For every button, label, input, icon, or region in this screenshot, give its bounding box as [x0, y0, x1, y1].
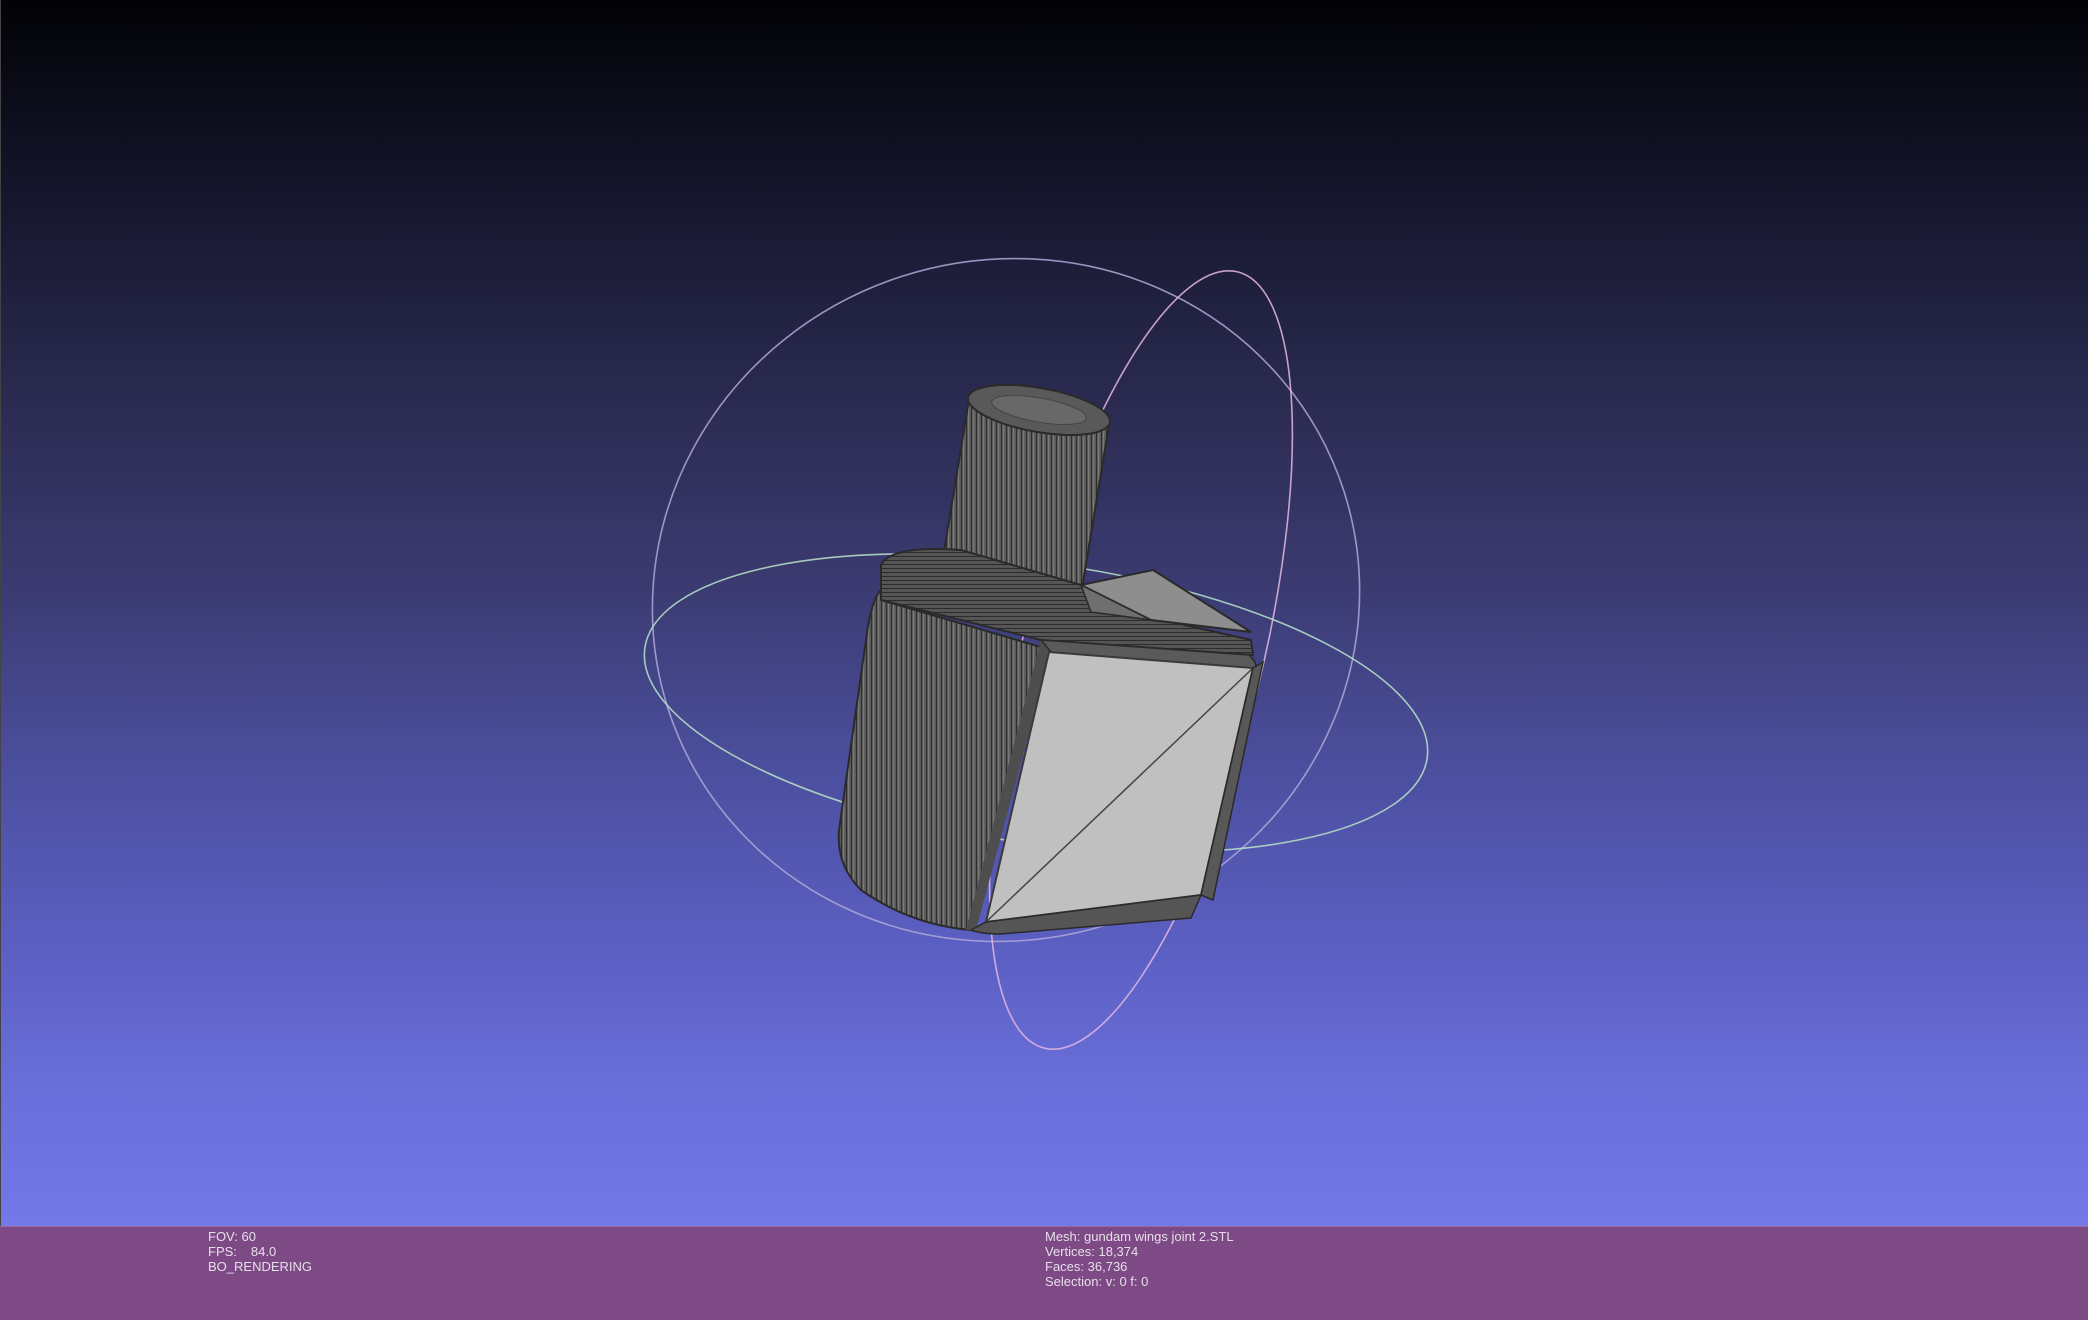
info-right-block: Mesh: gundam wings joint 2.STL Vertices:… — [1045, 1229, 1234, 1289]
faces-readout: Faces: 36,736 — [1045, 1259, 1234, 1274]
selection-readout: Selection: v: 0 f: 0 — [1045, 1274, 1234, 1289]
selection-value: v: 0 f: 0 — [1105, 1274, 1149, 1289]
faces-value: 36,736 — [1087, 1259, 1128, 1274]
fps-label: FPS: — [208, 1244, 237, 1259]
info-left-block: FOV: 60 FPS: 84.0 BO_RENDERING — [208, 1229, 312, 1274]
3d-scene[interactable] — [1, 0, 2088, 1226]
info-panel — [0, 1226, 2088, 1320]
fov-value: 60 — [241, 1229, 256, 1244]
fov-label: FOV: — [208, 1229, 238, 1244]
fps-value: 84.0 — [250, 1244, 277, 1259]
3d-viewport[interactable] — [0, 0, 2088, 1226]
vertices-value: 18,374 — [1098, 1244, 1139, 1259]
vertices-label: Vertices: — [1045, 1244, 1095, 1259]
vertices-readout: Vertices: 18,374 — [1045, 1244, 1234, 1259]
mesh-model[interactable] — [837, 376, 1265, 935]
selection-label: Selection: — [1045, 1274, 1103, 1289]
mesh-name-readout: Mesh: gundam wings joint 2.STL — [1045, 1229, 1234, 1244]
meshlab-window: FOV: 60 FPS: 84.0 BO_RENDERING Mesh: gund… — [0, 0, 2088, 1320]
render-mode: BO_RENDERING — [208, 1259, 313, 1274]
mesh-label: Mesh: — [1045, 1229, 1081, 1244]
fps-readout: FPS: 84.0 — [208, 1244, 312, 1259]
mesh-name: gundam wings joint 2.STL — [1084, 1229, 1234, 1244]
fov-readout: FOV: 60 — [208, 1229, 312, 1244]
faces-label: Faces: — [1045, 1259, 1085, 1274]
